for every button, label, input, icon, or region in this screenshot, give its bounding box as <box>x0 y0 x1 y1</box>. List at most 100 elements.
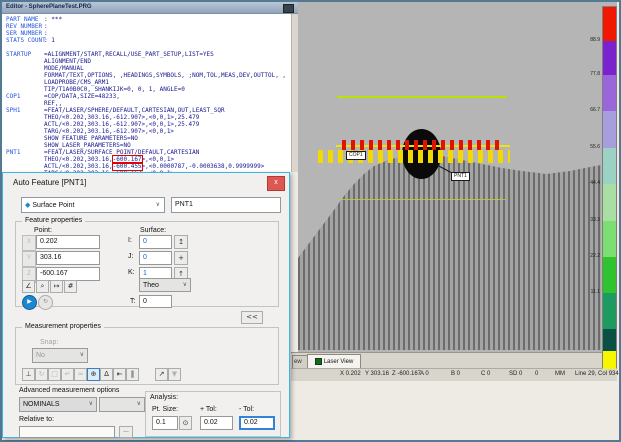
colorbar-tick-label: 77.8 <box>585 72 600 77</box>
spacing-icon[interactable]: ‖ <box>126 368 139 381</box>
surface-i-input[interactable]: 0 <box>139 235 172 249</box>
measurement-properties-label: Measurement properties <box>22 323 104 330</box>
secondary-dropdown[interactable]: ∨ <box>99 397 145 412</box>
theo-dropdown[interactable]: Theo∨ <box>139 278 191 292</box>
relative-to-label: Relative to: <box>19 416 54 423</box>
code-text: ALIGNMENT/END <box>44 58 91 65</box>
plus-tol-label: + Tol: <box>200 406 217 413</box>
annotation-highlight: -600.167 <box>113 156 142 163</box>
offset-point-icon[interactable]: ↦ <box>50 280 63 293</box>
surface-j-input[interactable]: 0 <box>139 251 172 265</box>
status-field: MM <box>555 371 565 377</box>
code-line: REF,, <box>2 100 292 107</box>
rotate-icon[interactable]: ↻ <box>35 368 48 381</box>
snap-dropdown[interactable]: No∨ <box>32 348 88 363</box>
axis-button-x[interactable]: X <box>22 235 36 251</box>
green-square-icon <box>315 358 322 365</box>
status-field: SD 0 <box>509 371 522 377</box>
analysis-label: Analysis: <box>150 394 178 401</box>
code-text: : <box>44 30 48 37</box>
filter-icon[interactable]: ▼ <box>168 368 181 381</box>
probe-mode-icon[interactable]: ⊥ <box>22 368 35 381</box>
wave-scan-icon[interactable]: ≈ <box>74 368 87 381</box>
code-line: STARTUP=ALIGNMENT/START,RECALL/USE_PART_… <box>2 51 292 58</box>
code-text: MODE/MANUAL <box>44 65 84 72</box>
cross-move-icon[interactable]: + <box>174 251 188 265</box>
colorbar-tick-label: 66.7 <box>585 108 600 113</box>
target-point-icon[interactable]: ⊕ <box>87 368 100 381</box>
grid-icon[interactable]: # <box>64 280 77 293</box>
code-text: : <box>44 23 48 30</box>
code-line: TIP/T1A0B0C0, SHANKIJK=0, 0, 1, ANGLE=0 <box>2 86 292 93</box>
surface-j-label: J: <box>128 253 133 260</box>
code-text: =COP/DATA,SIZE=48233, <box>44 93 120 100</box>
axis-angle-icon[interactable]: ∠ <box>22 280 35 293</box>
code-text: SHOW_LASER_PARAMETERS=NO <box>44 142 131 149</box>
status-field: Y 303.16 <box>365 371 389 377</box>
feature-properties-group: Feature properties Point: Surface: X0.20… <box>15 221 279 307</box>
level-icon[interactable]: Δ <box>100 368 113 381</box>
colorbar-tick-label: 11.1 <box>585 290 600 295</box>
chevron-down-icon: ∨ <box>156 198 160 212</box>
plus-tol-input[interactable]: 0.02 <box>200 416 233 430</box>
point-y-input[interactable]: 303.16 <box>36 251 100 265</box>
code-text: : 1 <box>44 37 55 44</box>
point-path-icon[interactable]: ↗ <box>155 368 168 381</box>
auto-feature-dialog: Auto Feature [PNT1] x ◆Surface Point ∨ P… <box>2 172 290 438</box>
view-tab-strip: ew Laser View <box>291 352 617 369</box>
colorbar-tick-label: 55.6 <box>585 145 600 150</box>
code-label: PART NAME <box>6 16 44 23</box>
code-line: LOADPROBE/CMS_ARM1 <box>2 79 292 86</box>
colorbar-segment <box>603 257 616 293</box>
box-select-icon[interactable]: □ <box>48 368 61 381</box>
sphere-up-icon[interactable]: ↥ <box>174 235 188 249</box>
cop1-label: COP1 <box>346 151 366 160</box>
code-label: REV NUMBER <box>6 23 44 30</box>
code-line: SHOW_LASER_PARAMETERS=NO <box>2 142 292 149</box>
deviation-colorbar <box>602 6 617 368</box>
code-line: PNT1=FEAT/LASER/SURFACE POINT/DEFAULT,CA… <box>2 149 292 156</box>
laser-view-pane[interactable]: COP1 PNT1 <box>298 2 617 352</box>
code-area[interactable]: PART NAME: ***REV NUMBER:SER NUMBER:STAT… <box>2 14 292 172</box>
point-label: Point: <box>34 227 52 234</box>
pin-offset-icon[interactable]: ⇤ <box>113 368 126 381</box>
annotation-highlight: -600.455 <box>113 163 142 170</box>
find-icon[interactable]: ⌕ <box>36 280 49 293</box>
code-label: COP1 <box>6 93 44 100</box>
axis-button-y[interactable]: Y <box>22 251 36 267</box>
feature-type-dropdown[interactable]: ◆Surface Point ∨ <box>21 197 165 213</box>
code-text: >,<0,0,1> <box>142 156 175 163</box>
code-text: FORMAT/TEXT,OPTIONS, ,HEADINGS,SYMBOLS, … <box>44 72 286 79</box>
analysis-group: Analysis: Pt. Size: + Tol: - Tol: 0.1 ⊙ … <box>145 391 281 437</box>
edit-window-titlebar[interactable]: Editor - SpherePlaneTest.PRG <box>2 2 298 14</box>
collapse-button[interactable]: << <box>241 311 263 324</box>
colorbar-segment <box>603 351 616 369</box>
magnifier-icon[interactable]: ⊙ <box>179 416 192 430</box>
upper-scan-line <box>337 96 507 98</box>
t-input[interactable]: 0 <box>139 295 172 308</box>
point-x-input[interactable]: 0.202 <box>36 235 100 249</box>
browse-button[interactable]: ... <box>119 426 133 438</box>
editor-scrollbar[interactable] <box>291 14 298 172</box>
code-label: SPH1 <box>6 107 44 114</box>
colorbar-tick-label: 33.3 <box>585 218 600 223</box>
code-line: REV NUMBER: <box>2 23 292 30</box>
reset-button[interactable]: ↻ <box>38 295 53 310</box>
return-path-icon[interactable]: ↵ <box>61 368 74 381</box>
test-point-button[interactable]: ▶ <box>22 295 37 310</box>
code-line: ALIGNMENT/END <box>2 58 292 65</box>
code-label: PNT1 <box>6 149 44 156</box>
code-text: : *** <box>44 16 62 23</box>
code-text: =FEAT/LASER/SURFACE POINT/DEFAULT,CARTES… <box>44 149 199 156</box>
nominals-dropdown[interactable]: NOMINALS∨ <box>19 397 97 412</box>
minus-tol-input[interactable]: 0.02 <box>239 416 275 430</box>
window-menu-button[interactable] <box>283 4 294 13</box>
colorbar-segment <box>603 293 616 329</box>
pt-size-input[interactable]: 0.1 <box>152 416 178 430</box>
close-icon[interactable]: x <box>267 176 285 191</box>
code-text: SHOW FEATURE PARAMETERS=NO <box>44 135 138 142</box>
relative-to-input[interactable] <box>19 426 115 438</box>
point-z-input[interactable]: -600.167 <box>36 267 100 281</box>
feature-name-input[interactable]: PNT1 <box>171 197 281 213</box>
application-window: Editor - SpherePlaneTest.PRG PART NAME: … <box>0 0 621 442</box>
